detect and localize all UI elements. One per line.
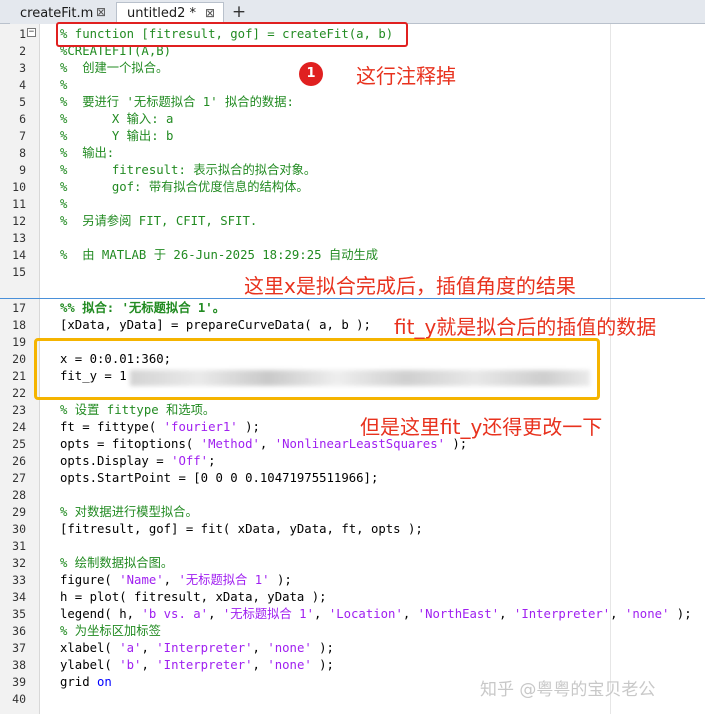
code-line-26[interactable]: opts.Display = 'Off'; [60,453,216,470]
line-number: 38 [12,658,26,672]
line-number: 31 [12,539,26,553]
line-number: 36 [12,624,26,638]
line-number: 34 [12,590,26,604]
code-line-38[interactable]: ylabel( 'b', 'Interpreter', 'none' ); [60,657,334,674]
line-number: 14 [12,248,26,262]
line-number: 3 [19,61,26,75]
watermark: 知乎 @粤粤的宝贝老公 [480,680,656,700]
code-line-4[interactable]: % [60,77,67,94]
code-line-12[interactable]: % 另请参阅 FIT, CFIT, SFIT. [60,213,257,230]
code-line-3[interactable]: % 创建一个拟合。 [60,60,168,77]
fold-toggle-icon[interactable]: − [27,28,36,37]
step-badge: 1 [299,62,323,86]
line-number: 25 [12,437,26,451]
line-number: 40 [12,692,26,706]
code-line-14[interactable]: % 由 MATLAB 于 26-Jun-2025 18:29:25 自动生成 [60,247,378,264]
line-number: 17 [12,301,26,315]
code-line-8[interactable]: % 输出: [60,145,114,162]
line-number: 7 [19,129,26,143]
tab-label: createFit.m [20,5,94,21]
line-number: 4 [19,78,26,92]
code-line-10[interactable]: % gof: 带有拟合优度信息的结构体。 [60,179,309,196]
line-number: 12 [12,214,26,228]
code-line-37[interactable]: xlabel( 'a', 'Interpreter', 'none' ); [60,640,334,657]
code-line-7[interactable]: % Y 输出: b [60,128,173,145]
line-number: 2 [19,44,26,58]
editor-tab-bar: createFit.m ⊠ untitled2 * ⊠ + [0,0,705,24]
code-line-5[interactable]: % 要进行 '无标题拟合 1' 拟合的数据: [60,94,294,111]
line-number: 10 [12,180,26,194]
tab-createfit[interactable]: createFit.m ⊠ [10,2,114,24]
line-number: 29 [12,505,26,519]
line-number: 15 [12,265,26,279]
close-icon[interactable]: ⊠ [96,5,106,19]
annotation-fit-y-change: 但是这里fit_y还得更改一下 [360,415,603,439]
line-number: 28 [12,488,26,502]
line-number: 18 [12,318,26,332]
line-number: 33 [12,573,26,587]
code-line-17[interactable]: %% 拟合: '无标题拟合 1'。 [60,300,225,317]
highlight-box-yellow [34,338,600,400]
highlight-box-red [56,22,408,47]
code-line-32[interactable]: % 绘制数据拟合图。 [60,555,173,572]
line-number: 26 [12,454,26,468]
line-number: 21 [12,369,26,383]
annotation-x-result: 这里x是拟合完成后，插值角度的结果 [244,274,576,298]
line-number: 5 [19,95,26,109]
line-number: 27 [12,471,26,485]
close-icon[interactable]: ⊠ [205,6,215,20]
code-line-30[interactable]: [fitresult, gof] = fit( xData, yData, ft… [60,521,423,538]
line-number: 19 [12,335,26,349]
line-number: 35 [12,607,26,621]
line-number: 6 [19,112,26,126]
line-number: 24 [12,420,26,434]
tab-label: untitled2 * [127,6,197,21]
line-number: 1 [19,27,26,41]
code-line-11[interactable]: % [60,196,67,213]
line-number: 39 [12,675,26,689]
line-number: 8 [19,146,26,160]
code-line-27[interactable]: opts.StartPoint = [0 0 0 0.1047197551196… [60,470,378,487]
code-line-18[interactable]: [xData, yData] = prepareCurveData( a, b … [60,317,371,334]
tab-untitled2[interactable]: untitled2 * ⊠ [116,2,224,24]
add-tab-button[interactable]: + [228,3,250,21]
code-line-36[interactable]: % 为坐标区加标签 [60,623,161,640]
code-line-34[interactable]: h = plot( fitresult, xData, yData ); [60,589,327,606]
annotation-comment-out: 这行注释掉 [356,64,456,88]
line-number: 11 [12,197,26,211]
annotation-fit-y-data: fit_y就是拟合后的插值的数据 [394,315,657,339]
code-line-29[interactable]: % 对数据进行模型拟合。 [60,504,198,521]
line-number: 23 [12,403,26,417]
code-line-24[interactable]: ft = fittype( 'fourier1' ); [60,419,260,436]
line-number: 22 [12,386,26,400]
line-number: 37 [12,641,26,655]
line-number: 32 [12,556,26,570]
line-number: 9 [19,163,26,177]
line-number: 20 [12,352,26,366]
line-number: 13 [12,231,26,245]
line-number: 30 [12,522,26,536]
code-line-6[interactable]: % X 输入: a [60,111,173,128]
code-line-9[interactable]: % fitresult: 表示拟合的拟合对象。 [60,162,316,179]
code-line-33[interactable]: figure( 'Name', '无标题拟合 1' ); [60,572,292,589]
code-line-35[interactable]: legend( h, 'b vs. a', '无标题拟合 1', 'Locati… [60,606,692,623]
code-line-23[interactable]: % 设置 fittype 和选项。 [60,402,215,419]
code-line-39[interactable]: grid on [60,674,112,691]
